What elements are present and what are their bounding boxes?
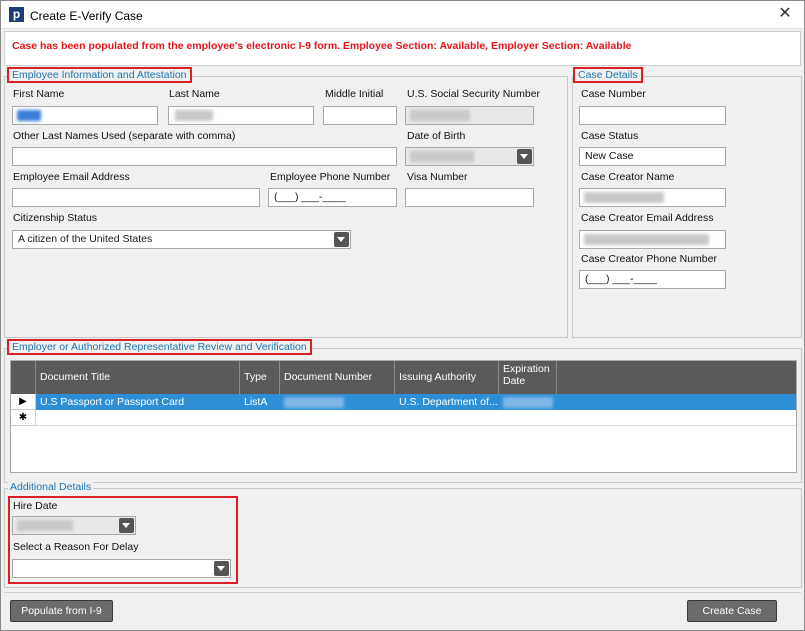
dob-label: Date of Birth (407, 130, 466, 142)
hire-date-label: Hire Date (13, 500, 58, 512)
other-last-names-field[interactable] (12, 147, 397, 166)
email-field[interactable] (12, 188, 260, 207)
documents-grid: Document Title Type Document Number Issu… (10, 360, 797, 473)
middle-initial-label: Middle Initial (325, 88, 384, 100)
case-details-group: Case Details Case Number Case Status New… (572, 67, 802, 338)
creator-phone-label: Case Creator Phone Number (581, 253, 717, 265)
redacted-creator-email (584, 234, 709, 245)
redacted-expiration-date (503, 397, 553, 408)
type-cell[interactable]: ListA (240, 394, 280, 410)
employee-info-group: Employee Information and Attestation Fir… (4, 67, 568, 338)
dob-picker[interactable] (405, 147, 534, 166)
chevron-down-icon[interactable] (334, 232, 349, 247)
delay-reason-select[interactable] (12, 559, 231, 578)
row-indicator-icon: ▶ (11, 394, 36, 410)
creator-name-label: Case Creator Name (581, 171, 675, 183)
new-row-icon: ✱ (11, 410, 36, 426)
table-row[interactable]: ▶ U.S Passport or Passport Card ListA U.… (11, 394, 796, 410)
employee-info-legend: Employee Information and Attestation (7, 67, 192, 83)
phone-label: Employee Phone Number (270, 171, 391, 183)
new-row[interactable]: ✱ (11, 410, 796, 426)
redacted-creator-name (584, 192, 664, 203)
banner-message: Case has been populated from the employe… (12, 40, 632, 52)
redacted-hire-date (17, 520, 73, 531)
creator-name-field[interactable] (579, 188, 726, 207)
title-bar: p Create E-Verify Case ✕ (1, 1, 804, 29)
grid-header: Document Title Type Document Number Issu… (11, 361, 796, 394)
hire-date-picker[interactable] (12, 516, 136, 535)
citizenship-label: Citizenship Status (13, 212, 98, 224)
phone-field[interactable]: (___) ___-____ (268, 188, 397, 207)
document-title-cell[interactable]: U.S Passport or Passport Card (36, 394, 240, 410)
case-number-label: Case Number (581, 88, 646, 100)
dialog-window: p Create E-Verify Case ✕ Case has been p… (0, 0, 805, 631)
expiration-date-cell[interactable] (499, 394, 796, 410)
employer-legend: Employer or Authorized Representative Re… (7, 339, 312, 355)
first-name-label: First Name (13, 88, 65, 100)
close-icon[interactable]: ✕ (776, 5, 794, 23)
visa-label: Visa Number (407, 171, 468, 183)
row-header-corner (11, 361, 36, 394)
column-header[interactable]: Document Number (280, 361, 395, 394)
case-status-label: Case Status (581, 130, 639, 142)
email-label: Employee Email Address (13, 171, 130, 183)
delay-reason-label: Select a Reason For Delay (13, 541, 139, 553)
middle-initial-field[interactable] (323, 106, 397, 125)
case-number-field[interactable] (579, 106, 726, 125)
create-case-button[interactable]: Create Case (687, 600, 777, 622)
issuing-authority-cell[interactable]: U.S. Department of... (395, 394, 499, 410)
ssn-field[interactable] (405, 106, 534, 125)
document-number-cell[interactable] (280, 394, 395, 410)
redacted-first-name (17, 110, 41, 121)
citizenship-value: A citizen of the United States (18, 233, 153, 245)
window-title: Create E-Verify Case (30, 9, 143, 23)
column-header[interactable]: Document Title (36, 361, 240, 394)
first-name-field[interactable] (12, 106, 158, 125)
redacted-document-number (284, 397, 344, 408)
status-banner: Case has been populated from the employe… (4, 31, 801, 66)
chevron-down-icon[interactable] (517, 149, 532, 164)
last-name-field[interactable] (168, 106, 314, 125)
creator-phone-field[interactable]: (___) ___-____ (579, 270, 726, 289)
populate-from-i9-button[interactable]: Populate from I-9 (10, 600, 113, 622)
citizenship-select[interactable]: A citizen of the United States (12, 230, 351, 249)
case-status-field[interactable]: New Case (579, 147, 726, 166)
column-header[interactable]: Issuing Authority (395, 361, 499, 394)
app-logo-icon: p (9, 7, 24, 22)
chevron-down-icon[interactable] (119, 518, 134, 533)
additional-details-legend: Additional Details (8, 481, 94, 493)
redacted-ssn (410, 110, 470, 121)
other-last-names-label: Other Last Names Used (separate with com… (13, 130, 236, 142)
creator-email-field[interactable] (579, 230, 726, 249)
chevron-down-icon[interactable] (214, 561, 229, 576)
column-header[interactable]: Type (240, 361, 280, 394)
column-header[interactable]: Expiration Date (499, 361, 557, 394)
dialog-footer: Populate from I-9 Create Case (4, 592, 801, 629)
redacted-dob (410, 151, 474, 162)
last-name-label: Last Name (169, 88, 220, 100)
ssn-label: U.S. Social Security Number (407, 88, 541, 100)
creator-email-label: Case Creator Email Address (581, 212, 714, 224)
case-details-legend: Case Details (573, 67, 643, 83)
visa-field[interactable] (405, 188, 534, 207)
redacted-last-name (175, 110, 213, 121)
